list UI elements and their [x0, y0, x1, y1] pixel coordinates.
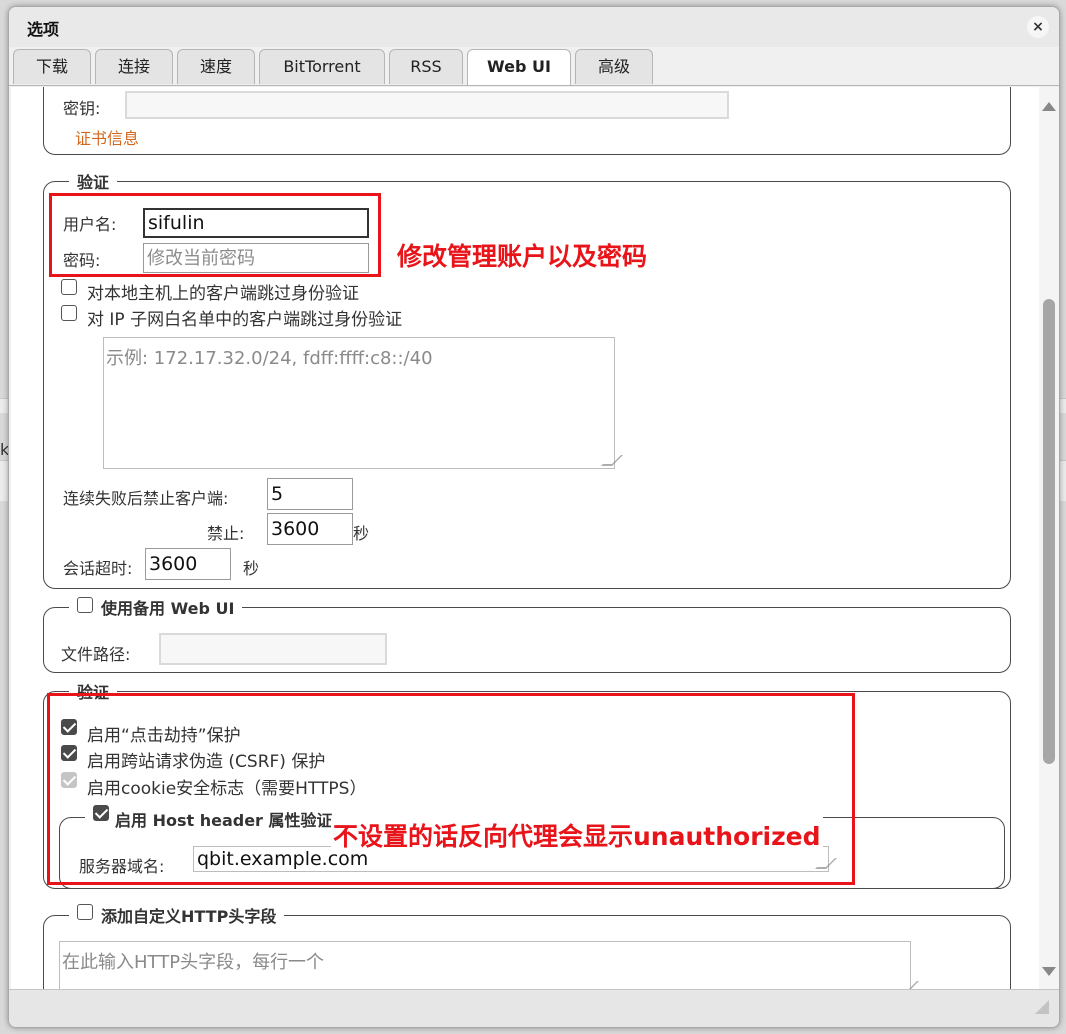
tab-rss[interactable]: RSS	[389, 49, 463, 84]
tab-divider	[9, 85, 1059, 86]
custom-headers-textarea[interactable]: 在此输入HTTP头字段，每行一个	[59, 941, 919, 989]
bypass-localhost-label: 对本地主机上的客户端跳过身份验证	[87, 284, 359, 304]
ban-after-value: 5	[271, 483, 284, 505]
credentials-highlight-box	[49, 193, 381, 277]
alt-webui-legend: 使用备用 Web UI	[69, 595, 243, 619]
bypass-whitelist-label: 对 IP 子网白名单中的客户端跳过身份验证	[87, 310, 403, 330]
session-timeout-unit: 秒	[243, 559, 260, 578]
tab-downloads[interactable]: 下载	[13, 49, 91, 84]
key-label: 密钥:	[63, 99, 101, 118]
session-timeout-label: 会话超时:	[63, 559, 133, 578]
ip-whitelist-placeholder: 示例: 172.17.32.0/24, fdff:ffff:c8::/40	[106, 348, 433, 369]
dialog-footer	[9, 989, 1059, 1027]
ban-after-input[interactable]: 5	[267, 478, 353, 510]
ip-whitelist-textarea[interactable]: 示例: 172.17.32.0/24, fdff:ffff:c8::/40	[103, 337, 623, 469]
auth-legend: 验证	[69, 169, 118, 193]
credentials-annotation: 修改管理账户以及密码	[397, 242, 648, 271]
alt-webui-checkbox[interactable]	[77, 597, 93, 613]
dialog-titlebar[interactable]: 选项 ×	[9, 7, 1059, 47]
tab-speed[interactable]: 速度	[177, 49, 255, 84]
session-timeout-input[interactable]: 3600	[145, 548, 231, 580]
vertical-scrollbar[interactable]	[1039, 87, 1059, 989]
ban-duration-value: 3600	[271, 518, 320, 540]
tab-connection[interactable]: 连接	[95, 49, 173, 84]
key-field[interactable]	[125, 91, 729, 119]
resize-corner-icon[interactable]	[1035, 1000, 1049, 1014]
tab-advanced[interactable]: 高级	[575, 49, 653, 84]
host-annotation: 不设置的话反向代理会显示unauthorized	[331, 817, 823, 853]
dialog-title: 选项	[27, 20, 60, 39]
custom-headers-checkbox[interactable]	[77, 904, 93, 920]
ban-label: 禁止:	[207, 524, 245, 543]
bypass-whitelist-checkbox[interactable]	[61, 305, 77, 321]
session-timeout-value: 3600	[149, 553, 198, 575]
ban-after-label: 连续失败后禁止客户端:	[63, 489, 229, 508]
ban-unit: 秒	[353, 524, 370, 543]
tab-bittorrent[interactable]: BitTorrent	[259, 49, 385, 84]
scroll-up-icon[interactable]	[1042, 102, 1056, 111]
tab-webui[interactable]: Web UI	[467, 49, 571, 86]
scroll-down-icon[interactable]	[1042, 967, 1056, 976]
close-icon[interactable]: ×	[1027, 16, 1049, 38]
custom-headers-placeholder: 在此输入HTTP头字段，每行一个	[62, 952, 325, 973]
settings-content[interactable]: 密钥: 证书信息 验证 用户名: sifulin 密码: 修改当前密码 对本地主…	[11, 87, 1041, 989]
cert-info-link[interactable]: 证书信息	[75, 125, 139, 149]
file-path-label: 文件路径:	[61, 645, 131, 664]
options-dialog: 选项 × 下载 连接 速度 BitTorrent RSS Web UI 高级 密…	[8, 6, 1060, 1028]
ban-duration-input[interactable]: 3600	[267, 513, 353, 545]
file-path-input[interactable]	[159, 633, 387, 665]
custom-headers-legend: 添加自定义HTTP头字段	[69, 903, 285, 927]
scroll-thumb[interactable]	[1043, 299, 1055, 764]
security-highlight-box	[47, 693, 855, 885]
bypass-localhost-checkbox[interactable]	[61, 279, 77, 295]
